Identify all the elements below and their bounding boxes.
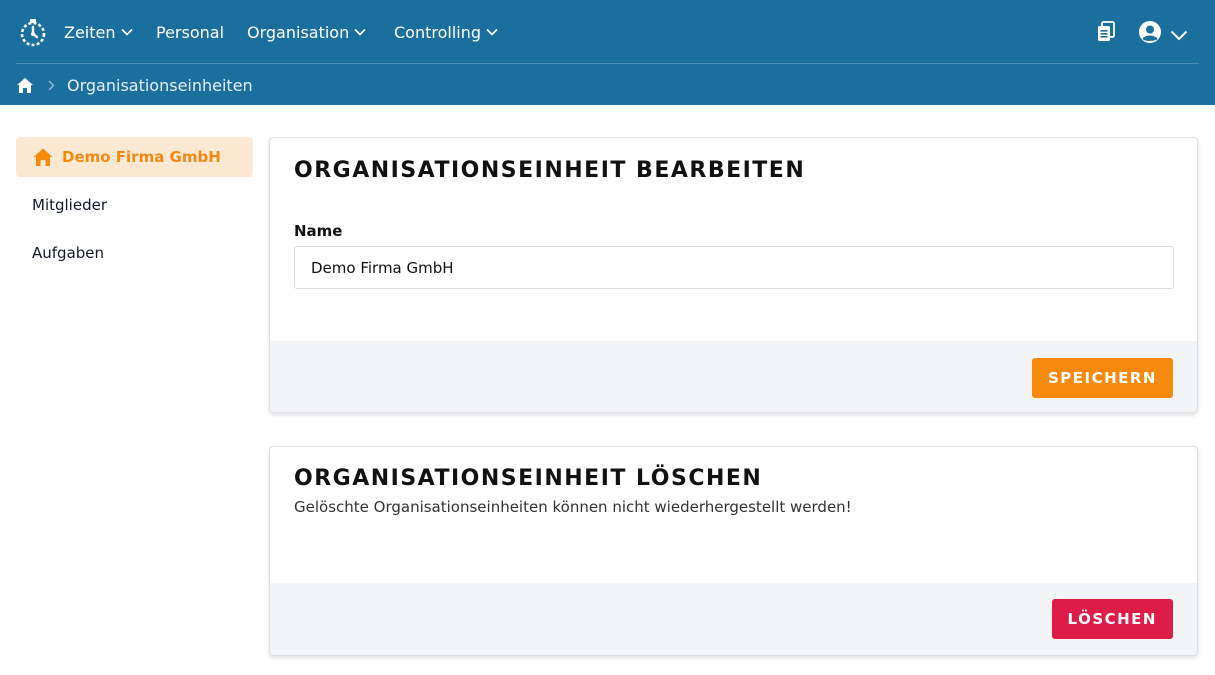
breadcrumb: Organisationseinheiten <box>16 74 253 96</box>
sidebar-item-demo-firma[interactable]: Demo Firma GmbH <box>16 137 253 177</box>
edit-card-footer: SPEICHERN <box>270 341 1197 412</box>
nav-controlling[interactable]: Controlling <box>394 20 498 44</box>
delete-warning-text: Gelöschte Organisationseinheiten können … <box>294 498 852 516</box>
nav-controlling-label: Controlling <box>394 22 482 42</box>
nav-personal[interactable]: Personal <box>156 20 224 44</box>
delete-card-footer: LÖSCHEN <box>270 583 1197 655</box>
delete-card: ORGANISATIONSEINHEIT LÖSCHEN Gelöschte O… <box>269 446 1198 656</box>
sidebar-item-aufgaben[interactable]: Aufgaben <box>16 233 253 273</box>
app-header: Zeiten Personal Organisation Controlling <box>0 0 1215 105</box>
stopwatch-logo-icon[interactable] <box>17 16 49 48</box>
name-input[interactable] <box>294 246 1174 289</box>
top-navbar: Zeiten Personal Organisation Controlling <box>0 0 1215 64</box>
chevron-down-icon <box>120 28 133 36</box>
home-icon <box>32 147 54 167</box>
sidebar-item-label: Aufgaben <box>32 244 105 262</box>
nav-zeiten[interactable]: Zeiten <box>64 20 133 44</box>
save-button[interactable]: SPEICHERN <box>1031 358 1173 398</box>
nav-organisation-label: Organisation <box>247 22 350 42</box>
sidebar-item-mitglieder[interactable]: Mitglieder <box>16 185 253 225</box>
breadcrumb-current[interactable]: Organisationseinheiten <box>67 76 253 95</box>
home-icon[interactable] <box>16 77 34 94</box>
nav-zeiten-label: Zeiten <box>64 22 116 42</box>
sidebar-item-label: Demo Firma GmbH <box>62 148 221 166</box>
user-avatar-icon[interactable] <box>1138 20 1162 48</box>
chevron-down-icon <box>486 28 498 36</box>
edit-card: ORGANISATIONSEINHEIT BEARBEITEN Name SPE… <box>269 137 1198 413</box>
header-divider <box>16 63 1199 64</box>
edit-card-title: ORGANISATIONSEINHEIT BEARBEITEN <box>294 158 806 183</box>
chevron-down-icon[interactable] <box>1170 26 1188 45</box>
delete-card-title: ORGANISATIONSEINHEIT LÖSCHEN <box>294 466 763 491</box>
delete-button[interactable]: LÖSCHEN <box>1051 599 1173 639</box>
nav-personal-label: Personal <box>156 22 225 42</box>
chevron-right-icon <box>48 79 55 91</box>
nav-organisation[interactable]: Organisation <box>247 20 366 44</box>
sidebar-item-label: Mitglieder <box>32 196 107 214</box>
chevron-down-icon <box>354 28 366 36</box>
clipboard-icon[interactable] <box>1096 21 1116 47</box>
name-label: Name <box>294 222 343 240</box>
sidebar: Demo Firma GmbH Mitglieder Aufgaben <box>16 137 253 281</box>
